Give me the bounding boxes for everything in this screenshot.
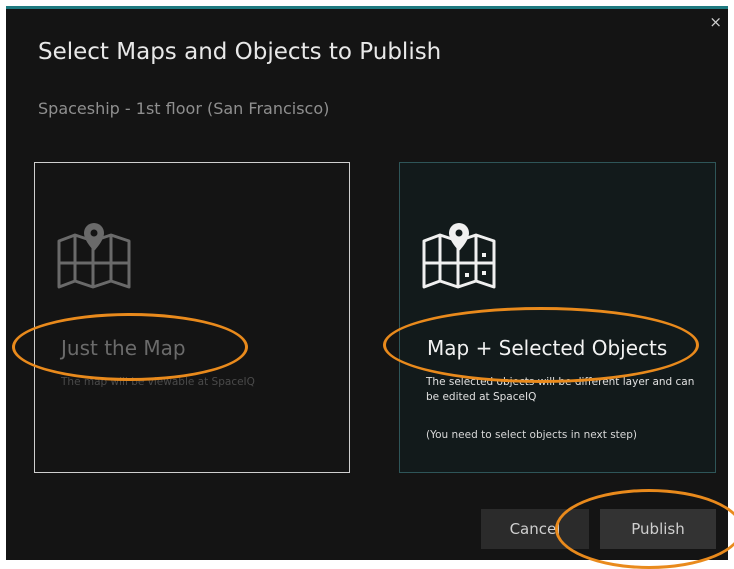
publish-dialog: × Select Maps and Objects to Publish Spa… bbox=[6, 6, 728, 560]
dialog-subtitle: Spaceship - 1st floor (San Francisco) bbox=[38, 99, 330, 118]
map-pin-objects-icon bbox=[422, 223, 496, 289]
close-icon[interactable]: × bbox=[709, 13, 722, 31]
option-just-map-description: The map will be viewable at SpaceIQ bbox=[61, 376, 255, 388]
option-map-objects-note: (You need to select objects in next step… bbox=[426, 429, 638, 441]
map-pin-icon bbox=[57, 223, 131, 289]
option-map-objects-description: The selected objects will be different l… bbox=[426, 376, 695, 403]
dialog-title: Select Maps and Objects to Publish bbox=[38, 39, 442, 65]
option-just-map-title: Just the Map bbox=[61, 336, 186, 360]
option-map-selected-objects[interactable]: Map + Selected Objects The selected obje… bbox=[399, 162, 716, 473]
option-just-map[interactable]: Just the Map The map will be viewable at… bbox=[34, 162, 350, 473]
cancel-button[interactable]: Cancel bbox=[481, 509, 589, 549]
publish-button[interactable]: Publish bbox=[600, 509, 716, 549]
option-map-objects-title: Map + Selected Objects bbox=[427, 336, 668, 360]
